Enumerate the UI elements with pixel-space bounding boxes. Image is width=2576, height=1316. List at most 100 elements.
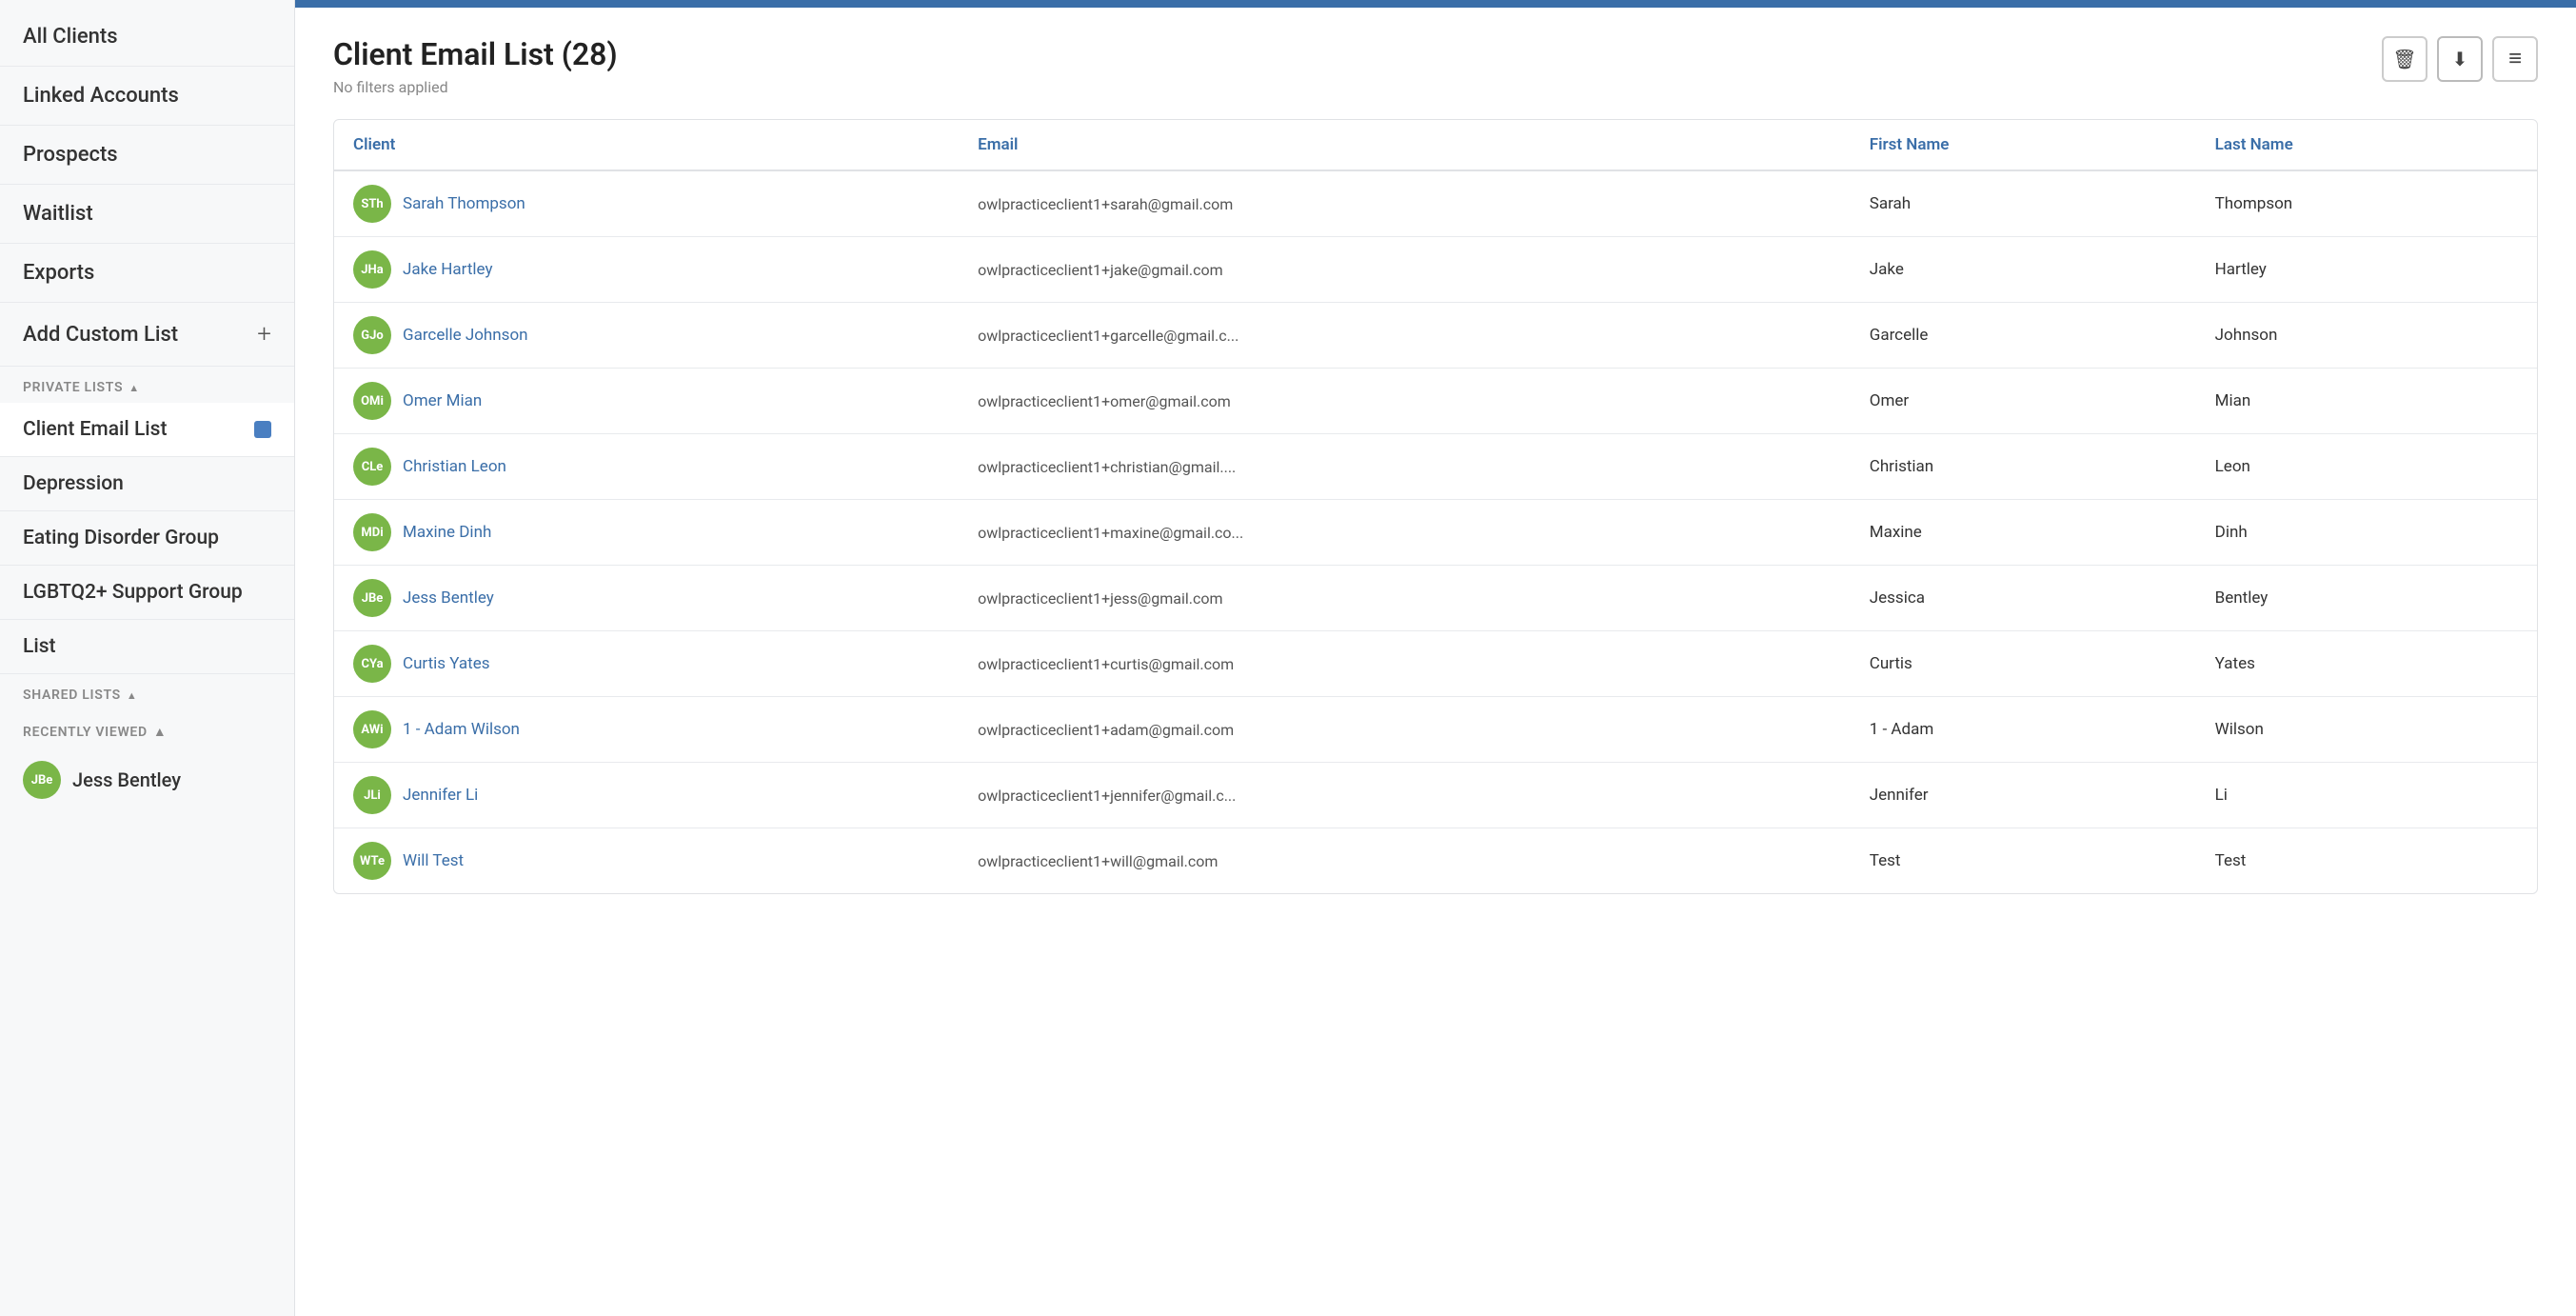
client-name-link[interactable]: 1 - Adam Wilson bbox=[403, 720, 520, 739]
last-name-cell: Test bbox=[2196, 828, 2537, 894]
shared-lists-section-label: SHARED LISTS ▲ bbox=[0, 674, 294, 710]
table-row: AWi 1 - Adam Wilson owlpracticeclient1+a… bbox=[334, 697, 2537, 763]
top-bar bbox=[295, 0, 2576, 8]
client-name-link[interactable]: Sarah Thompson bbox=[403, 194, 525, 213]
table-row: JBe Jess Bentley owlpracticeclient1+jess… bbox=[334, 566, 2537, 631]
avatar: CYa bbox=[353, 645, 391, 683]
last-name-cell: Dinh bbox=[2196, 500, 2537, 566]
main-content: Client Email List (28) No filters applie… bbox=[295, 0, 2576, 1316]
shared-lists-chevron-icon: ▲ bbox=[127, 689, 138, 702]
recently-viewed-section-label: RECENTLY VIEWED ▲ bbox=[0, 710, 294, 748]
email-cell: owlpracticeclient1+maxine@gmail.co... bbox=[959, 500, 1851, 566]
email-cell: owlpracticeclient1+jake@gmail.com bbox=[959, 237, 1851, 303]
avatar: GJo bbox=[353, 316, 391, 354]
content-area: Client Email List (28) No filters applie… bbox=[295, 8, 2576, 1316]
sidebar-item-linked-accounts[interactable]: Linked Accounts bbox=[0, 67, 294, 126]
table-row: OMi Omer Mian owlpracticeclient1+omer@gm… bbox=[334, 369, 2537, 434]
client-name-link[interactable]: Will Test bbox=[403, 851, 464, 870]
email-cell: owlpracticeclient1+sarah@gmail.com bbox=[959, 170, 1851, 237]
client-cell: MDi Maxine Dinh bbox=[334, 500, 959, 566]
filter-button[interactable]: ≡ bbox=[2492, 36, 2538, 82]
last-name-cell: Leon bbox=[2196, 434, 2537, 500]
first-name-cell: Christian bbox=[1851, 434, 2196, 500]
client-cell: CYa Curtis Yates bbox=[334, 631, 959, 697]
client-name-link[interactable]: Maxine Dinh bbox=[403, 523, 491, 542]
email-cell: owlpracticeclient1+jess@gmail.com bbox=[959, 566, 1851, 631]
last-name-cell: Yates bbox=[2196, 631, 2537, 697]
email-cell: owlpracticeclient1+christian@gmail.... bbox=[959, 434, 1851, 500]
sidebar-item-eating-disorder-group[interactable]: Eating Disorder Group bbox=[0, 511, 294, 566]
last-name-cell: Hartley bbox=[2196, 237, 2537, 303]
table-row: STh Sarah Thompson owlpracticeclient1+sa… bbox=[334, 170, 2537, 237]
first-name-cell: Test bbox=[1851, 828, 2196, 894]
avatar: JLi bbox=[353, 776, 391, 814]
sidebar-item-exports[interactable]: Exports bbox=[0, 244, 294, 303]
last-name-cell: Bentley bbox=[2196, 566, 2537, 631]
sidebar-item-prospects[interactable]: Prospects bbox=[0, 126, 294, 185]
client-cell: WTe Will Test bbox=[334, 828, 959, 894]
sidebar-item-client-email-list[interactable]: Client Email List bbox=[0, 403, 294, 457]
client-name-link[interactable]: Garcelle Johnson bbox=[403, 326, 528, 345]
email-cell: owlpracticeclient1+will@gmail.com bbox=[959, 828, 1851, 894]
email-cell: owlpracticeclient1+adam@gmail.com bbox=[959, 697, 1851, 763]
private-lists-chevron-icon: ▲ bbox=[129, 382, 140, 394]
page-title: Client Email List (28) bbox=[333, 36, 618, 72]
col-header-last-name[interactable]: Last Name bbox=[2196, 120, 2537, 170]
sidebar-item-list[interactable]: List bbox=[0, 620, 294, 674]
first-name-cell: Maxine bbox=[1851, 500, 2196, 566]
table-row: MDi Maxine Dinh owlpracticeclient1+maxin… bbox=[334, 500, 2537, 566]
sidebar-item-all-clients[interactable]: All Clients bbox=[0, 8, 294, 67]
add-custom-list-button[interactable]: Add Custom List + bbox=[0, 303, 294, 367]
client-name-link[interactable]: Jennifer Li bbox=[403, 786, 478, 805]
table-row: JLi Jennifer Li owlpracticeclient1+jenni… bbox=[334, 763, 2537, 828]
email-cell: owlpracticeclient1+jennifer@gmail.c... bbox=[959, 763, 1851, 828]
first-name-cell: Garcelle bbox=[1851, 303, 2196, 369]
client-cell: JHa Jake Hartley bbox=[334, 237, 959, 303]
col-header-first-name[interactable]: First Name bbox=[1851, 120, 2196, 170]
last-name-cell: Mian bbox=[2196, 369, 2537, 434]
last-name-cell: Li bbox=[2196, 763, 2537, 828]
email-cell: owlpracticeclient1+omer@gmail.com bbox=[959, 369, 1851, 434]
first-name-cell: Omer bbox=[1851, 369, 2196, 434]
add-custom-list-plus-icon: + bbox=[257, 320, 271, 349]
client-cell: CLe Christian Leon bbox=[334, 434, 959, 500]
first-name-cell: 1 - Adam bbox=[1851, 697, 2196, 763]
client-cell: STh Sarah Thompson bbox=[334, 170, 959, 237]
avatar: JHa bbox=[353, 250, 391, 289]
sidebar-item-waitlist[interactable]: Waitlist bbox=[0, 185, 294, 244]
client-name-link[interactable]: Curtis Yates bbox=[403, 654, 490, 673]
client-table: Client Email First Name Last Name STh Sa… bbox=[334, 120, 2537, 893]
email-cell: owlpracticeclient1+curtis@gmail.com bbox=[959, 631, 1851, 697]
last-name-cell: Thompson bbox=[2196, 170, 2537, 237]
first-name-cell: Curtis bbox=[1851, 631, 2196, 697]
sidebar-item-lgbtq2-support-group[interactable]: LGBTQ2+ Support Group bbox=[0, 566, 294, 620]
client-name-link[interactable]: Christian Leon bbox=[403, 457, 506, 476]
last-name-cell: Wilson bbox=[2196, 697, 2537, 763]
first-name-cell: Sarah bbox=[1851, 170, 2196, 237]
col-header-email[interactable]: Email bbox=[959, 120, 1851, 170]
avatar: STh bbox=[353, 185, 391, 223]
download-button[interactable]: ⬇ bbox=[2437, 36, 2483, 82]
client-cell: AWi 1 - Adam Wilson bbox=[334, 697, 959, 763]
download-icon: ⬇ bbox=[2452, 48, 2468, 71]
client-name-link[interactable]: Jess Bentley bbox=[403, 588, 494, 608]
client-cell: JBe Jess Bentley bbox=[334, 566, 959, 631]
avatar-jess-bentley: JBe bbox=[23, 761, 61, 799]
add-custom-list-label: Add Custom List bbox=[23, 323, 178, 347]
first-name-cell: Jennifer bbox=[1851, 763, 2196, 828]
avatar: MDi bbox=[353, 513, 391, 551]
client-name-link[interactable]: Jake Hartley bbox=[403, 260, 493, 279]
client-cell: GJo Garcelle Johnson bbox=[334, 303, 959, 369]
client-name-link[interactable]: Omer Mian bbox=[403, 391, 482, 410]
table-row: CLe Christian Leon owlpracticeclient1+ch… bbox=[334, 434, 2537, 500]
client-cell: JLi Jennifer Li bbox=[334, 763, 959, 828]
sidebar-item-depression[interactable]: Depression bbox=[0, 457, 294, 511]
col-header-client[interactable]: Client bbox=[334, 120, 959, 170]
avatar: AWi bbox=[353, 710, 391, 748]
delete-button[interactable]: 🗑 bbox=[2382, 36, 2427, 82]
table-row: JHa Jake Hartley owlpracticeclient1+jake… bbox=[334, 237, 2537, 303]
filter-icon: ≡ bbox=[2508, 46, 2522, 72]
table-row: GJo Garcelle Johnson owlpracticeclient1+… bbox=[334, 303, 2537, 369]
delete-icon: 🗑 bbox=[2392, 48, 2416, 71]
recently-viewed-jess-bentley[interactable]: JBe Jess Bentley bbox=[0, 748, 294, 812]
